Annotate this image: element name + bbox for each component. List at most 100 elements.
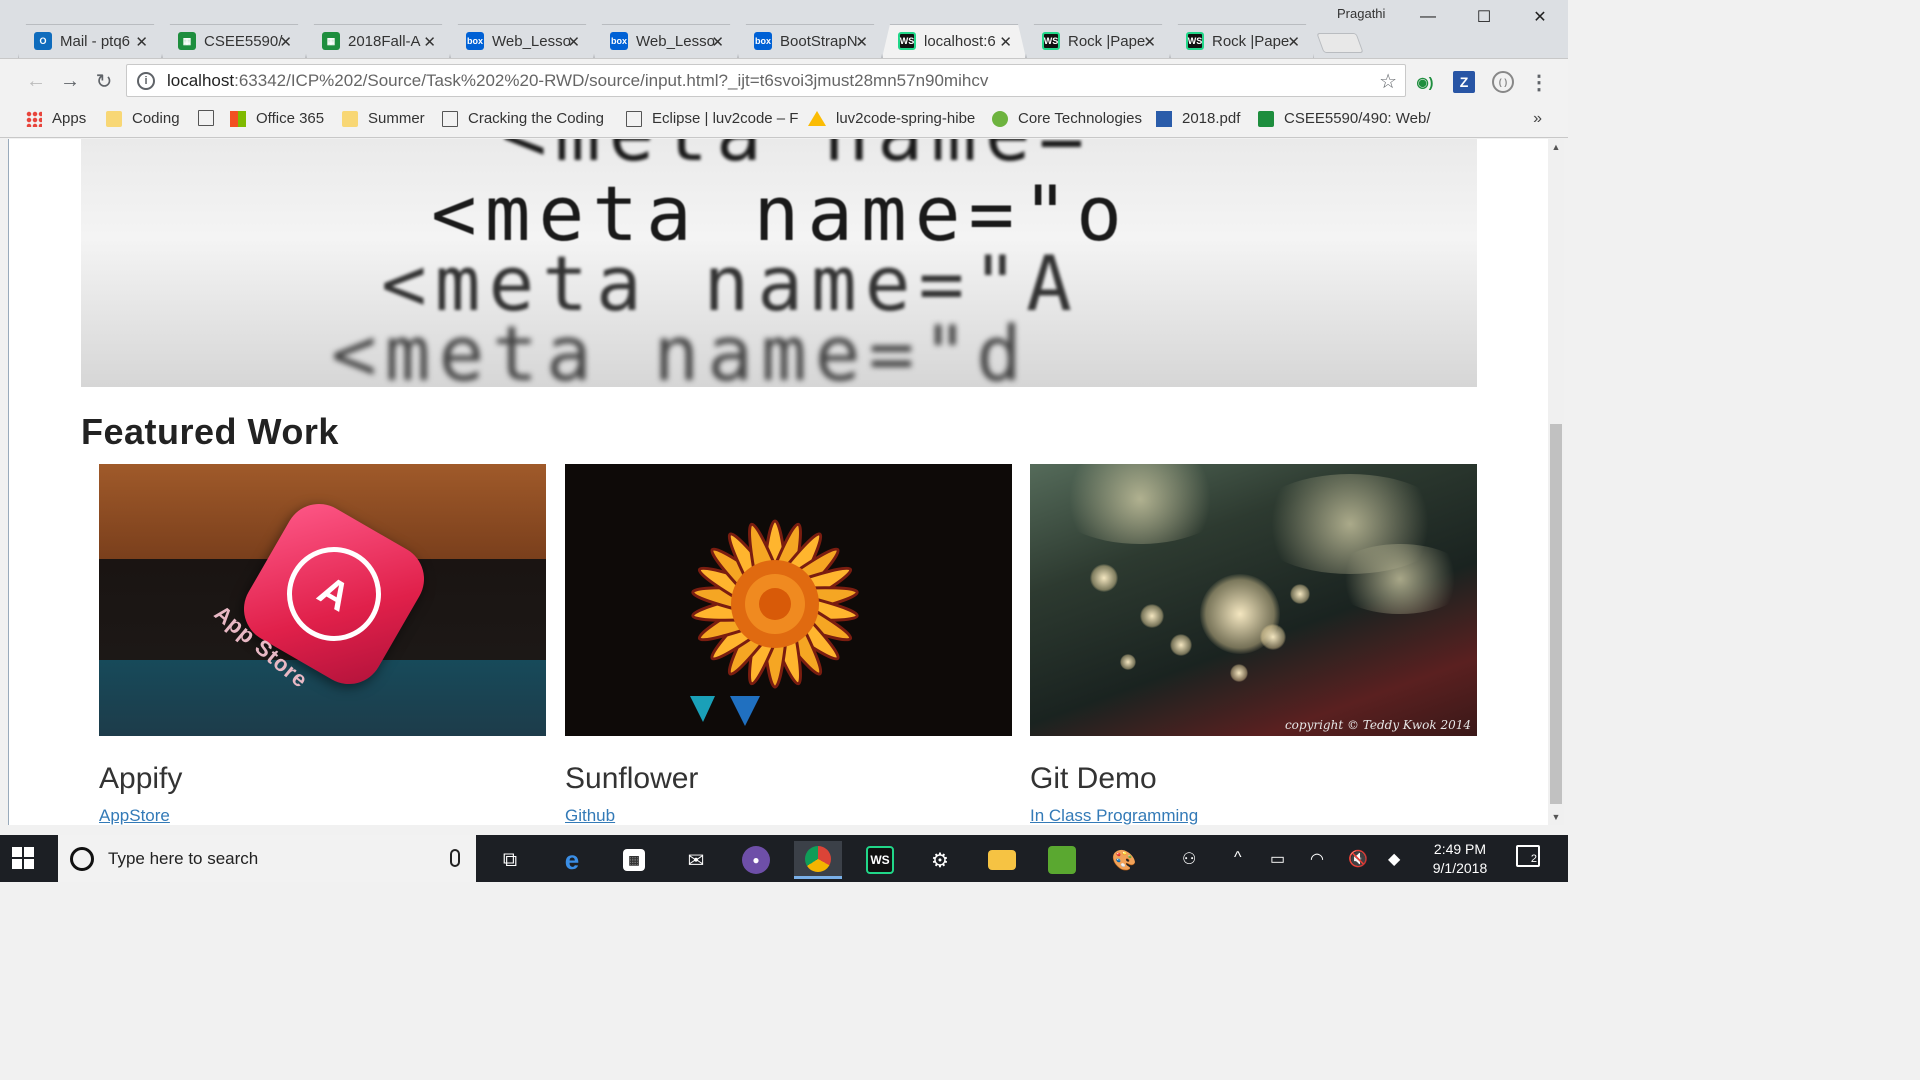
people-icon[interactable]: ⚇ (1182, 849, 1196, 869)
bookmark-eclipse[interactable]: Eclipse | luv2code – F (626, 110, 798, 127)
store-icon[interactable]: ▦ (610, 841, 658, 879)
forward-arrow-icon[interactable]: → (56, 67, 84, 95)
volume-muted-icon[interactable]: 🔇 (1348, 849, 1368, 869)
close-window-button[interactable]: ✕ (1512, 0, 1568, 34)
window-controls: — ☐ ✕ (1400, 0, 1568, 34)
page-viewport: <meta name=" <meta name="o <meta name="A… (8, 139, 1548, 825)
cortana-icon[interactable] (70, 846, 94, 871)
close-icon[interactable]: ✕ (567, 33, 580, 51)
box-icon: box (610, 32, 628, 50)
profile-name[interactable]: Pragathi (1337, 6, 1385, 21)
file-explorer-icon[interactable] (978, 841, 1026, 879)
tab-2018fall[interactable]: ▦ 2018Fall-A ✕ (306, 24, 450, 58)
tab-csee5590[interactable]: ▦ CSEE5590/ ✕ (162, 24, 306, 58)
office-icon (230, 110, 246, 127)
clock-date: 9/1/2018 (1432, 860, 1488, 876)
webstorm-icon[interactable]: WS (856, 841, 904, 879)
bookmark-coding[interactable]: Coding (106, 110, 180, 127)
bookmark-cracking-coding[interactable]: Cracking the Coding (442, 110, 604, 127)
scroll-up-arrow-icon[interactable]: ▲ (1548, 139, 1564, 155)
task-view-icon[interactable]: ⧉ (486, 841, 534, 879)
page-scrollbar[interactable]: ▲ ▼ (1548, 139, 1564, 825)
bookmark-blank-page[interactable] (198, 110, 224, 126)
bookmark-star-icon[interactable]: ☆ (1379, 69, 1397, 94)
bookmark-office365[interactable]: Office 365 (230, 110, 324, 127)
notification-center-icon[interactable]: 2 (1516, 845, 1540, 867)
card-link-in-class-programming[interactable]: In Class Programming (1030, 806, 1477, 825)
tab-web-lesson-2[interactable]: box Web_Lesso ✕ (594, 24, 738, 58)
settings-gear-icon[interactable]: ⚙ (916, 841, 964, 879)
edge-icon[interactable]: e (548, 841, 596, 879)
close-icon[interactable]: ✕ (711, 33, 724, 51)
google-sheets-icon: ▦ (178, 32, 196, 50)
bookmark-label: Office 365 (256, 110, 325, 127)
dropbox-icon[interactable]: ◆ (1388, 849, 1400, 869)
minimize-button[interactable]: — (1400, 0, 1456, 34)
bookmark-luv2code-drive[interactable]: luv2code-spring-hibe (808, 110, 975, 127)
bookmark-csee5590-web[interactable]: CSEE5590/490: Web/ (1258, 110, 1430, 127)
bookmarks-overflow-button[interactable]: » (1533, 110, 1542, 128)
taskbar-search-box[interactable]: Type here to search (58, 835, 476, 882)
windows-start-icon[interactable] (12, 847, 34, 869)
bokeh-light (1140, 604, 1164, 628)
paint-icon[interactable] (1038, 841, 1086, 879)
bokeh-image: copyright © Teddy Kwok 2014 (1030, 464, 1477, 736)
close-icon[interactable]: ✕ (855, 33, 868, 51)
bookmark-2018-pdf[interactable]: 2018.pdf (1156, 110, 1240, 127)
reload-icon[interactable]: ↻ (90, 67, 118, 95)
close-icon[interactable]: ✕ (1143, 33, 1156, 51)
close-icon[interactable]: ✕ (1287, 33, 1300, 51)
url-text[interactable]: localhost:63342/ICP%202/Source/Task%202%… (167, 71, 988, 91)
hero-image: <meta name=" <meta name="o <meta name="A… (81, 139, 1477, 387)
close-icon[interactable]: ✕ (999, 33, 1012, 51)
windows-taskbar: Type here to search ⧉ e ▦ ✉ ● WS ⚙ 🎨 ⚇ ^… (0, 835, 1568, 882)
microphone-icon[interactable] (450, 849, 460, 867)
taskbar-clock[interactable]: 2:49 PM 9/1/2018 (1425, 840, 1495, 878)
close-icon[interactable]: ✕ (423, 33, 436, 51)
tab-rock-paper-1[interactable]: WS Rock |Pape ✕ (1026, 24, 1170, 58)
maximize-button[interactable]: ☐ (1456, 0, 1512, 34)
cloud-shape (1050, 464, 1230, 544)
google-drive-icon (808, 111, 826, 126)
chevron-up-icon[interactable]: ^ (1234, 849, 1242, 867)
mail-icon[interactable]: ✉ (672, 841, 720, 879)
chrome-icon[interactable] (794, 841, 842, 879)
url-path: :63342/ICP%202/Source/Task%202%20-RWD/so… (234, 70, 989, 90)
address-bar[interactable]: i localhost:63342/ICP%202/Source/Task%20… (126, 64, 1406, 97)
new-tab-button[interactable] (1316, 33, 1364, 53)
extension-z-icon[interactable]: Z (1453, 71, 1475, 93)
tab-mail[interactable]: O Mail - ptq6 ✕ (18, 24, 162, 58)
close-icon[interactable]: ✕ (135, 33, 148, 51)
bokeh-light (1230, 664, 1248, 682)
menu-kebab-icon[interactable]: ⋮ (1528, 71, 1550, 94)
bookmark-summer[interactable]: Summer (342, 110, 425, 127)
tab-localhost[interactable]: WS localhost:6 ✕ (882, 24, 1026, 58)
tab-bootstrap[interactable]: box BootStrapN ✕ (738, 24, 882, 58)
featured-card-appify: A App Store Appify AppStore (99, 464, 546, 825)
battery-icon[interactable]: ▭ (1270, 849, 1285, 869)
paint-palette-icon[interactable]: 🎨 (1100, 841, 1148, 879)
card-link-github[interactable]: Github (565, 806, 1012, 825)
tab-title: Rock |Pape (1068, 32, 1146, 50)
apps-grid-icon (26, 110, 42, 127)
box-icon: box (466, 32, 484, 50)
bookmark-label: Apps (52, 110, 87, 127)
scroll-down-arrow-icon[interactable]: ▼ (1548, 809, 1564, 825)
wifi-icon[interactable]: ◠ (1310, 849, 1324, 869)
bokeh-light (1090, 564, 1118, 592)
close-icon[interactable]: ✕ (279, 33, 292, 51)
back-arrow-icon[interactable]: ← (22, 67, 50, 95)
bookmark-label: 2018.pdf (1182, 110, 1241, 127)
tab-rock-paper-2[interactable]: WS Rock |Pape ✕ (1170, 24, 1314, 58)
extension-circle-icon[interactable]: ( ) (1492, 71, 1514, 93)
bookmark-core-technologies[interactable]: Core Technologies (992, 110, 1142, 127)
tab-web-lesson-1[interactable]: box Web_Lesso ✕ (450, 24, 594, 58)
card-link-appstore[interactable]: AppStore (99, 806, 546, 825)
webstorm-icon: WS (1042, 32, 1060, 50)
github-icon[interactable]: ● (732, 841, 780, 879)
page-icon (442, 110, 458, 127)
info-icon[interactable]: i (137, 71, 155, 90)
bookmark-apps[interactable]: Apps (26, 110, 86, 127)
scrollbar-thumb[interactable] (1550, 424, 1562, 804)
extension-audio-icon[interactable]: ◉) (1414, 71, 1436, 93)
